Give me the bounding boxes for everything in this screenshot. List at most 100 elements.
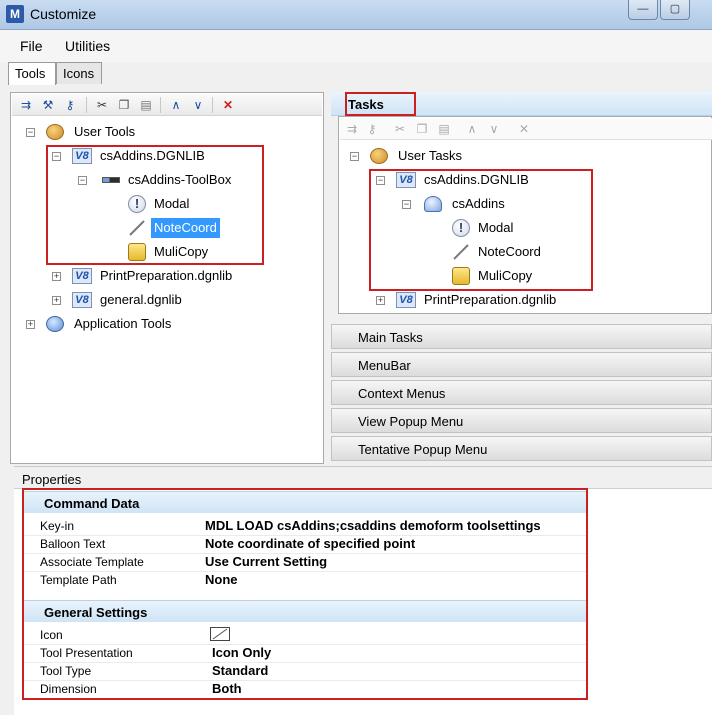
prop-key: Tool Type: [40, 664, 92, 678]
tools-toolbar: ⇉ ⚒ ⚷ ✂ ❐ ▤ ∧ ∨ ✕: [12, 94, 322, 116]
prop-row-dimension: Dimension Both: [0, 680, 600, 698]
collapse-icon[interactable]: −: [402, 200, 411, 209]
copy-tool-icon: [452, 267, 470, 285]
tree-label: csAddins-ToolBox: [128, 172, 232, 187]
expand-icon[interactable]: +: [376, 296, 385, 305]
toolbox-icon: [102, 177, 120, 183]
prop-key: Associate Template: [40, 555, 144, 569]
delete-icon[interactable]: ✕: [220, 97, 236, 113]
prop-value[interactable]: MDL LOAD csAddins;csaddins demoform tool…: [205, 517, 541, 535]
tasks-header-bar: [331, 92, 712, 116]
menu-utilities[interactable]: Utilities: [65, 38, 110, 54]
maximize-button[interactable]: ▢: [660, 0, 690, 20]
collapse-icon[interactable]: −: [78, 176, 87, 185]
properties-label: Properties: [22, 472, 82, 487]
general-settings-header[interactable]: General Settings: [22, 600, 588, 622]
tasks-toolbar: ⇉ ⚷ ✂ ❐ ▤ ∧ ∨ ✕: [340, 118, 712, 140]
paste-icon[interactable]: ▤: [436, 121, 452, 137]
prop-value[interactable]: Both: [212, 680, 242, 698]
new-task-icon[interactable]: ⇉: [344, 121, 360, 137]
accordion-menubar[interactable]: MenuBar: [331, 352, 712, 377]
paste-icon[interactable]: ▤: [138, 97, 154, 113]
expand-icon[interactable]: +: [26, 320, 35, 329]
prop-value[interactable]: Use Current Setting: [205, 553, 327, 571]
key-icon[interactable]: ⚷: [62, 97, 78, 113]
toolbar-divider: [212, 97, 213, 113]
accordion-tentative-popup-menu[interactable]: Tentative Popup Menu: [331, 436, 712, 461]
move-down-icon[interactable]: ∨: [486, 121, 502, 137]
collapse-icon[interactable]: −: [350, 152, 359, 161]
dgnlib-icon: V8: [72, 148, 92, 164]
tab-tools[interactable]: Tools: [8, 62, 56, 85]
tree-label: MuliCopy: [154, 244, 209, 259]
tool-icon-preview[interactable]: [210, 627, 230, 641]
accordion-main-tasks[interactable]: Main Tasks: [331, 324, 712, 349]
minimize-button[interactable]: —: [628, 0, 658, 20]
prop-value[interactable]: Note coordinate of specified point: [205, 535, 415, 553]
tree-label: csAddins.DGNLIB: [100, 148, 205, 163]
collapse-icon[interactable]: −: [52, 152, 61, 161]
tree-label: User Tools: [74, 124, 136, 139]
tree-label: MuliCopy: [478, 268, 533, 283]
pencil-icon: [453, 244, 469, 260]
prop-row-keyin: Key-in MDL LOAD csAddins;csaddins demofo…: [0, 517, 600, 535]
prop-value[interactable]: Standard: [212, 662, 268, 680]
prop-key: Icon: [40, 628, 63, 642]
copy-icon[interactable]: ❐: [116, 97, 132, 113]
copy-icon[interactable]: ❐: [414, 121, 430, 137]
user-tools-icon: [46, 124, 64, 140]
prop-row-template-path: Template Path None: [0, 571, 600, 589]
tree-label: PrintPreparation.dgnlib: [100, 268, 233, 283]
tree-label: Modal: [478, 220, 514, 235]
prop-row-tool-type: Tool Type Standard: [0, 662, 600, 680]
prop-row-icon: Icon: [0, 626, 600, 644]
tree-label: csAddins: [452, 196, 505, 211]
prop-row-presentation: Tool Presentation Icon Only: [0, 644, 600, 662]
prop-value[interactable]: Icon Only: [212, 644, 271, 662]
prop-row-template: Associate Template Use Current Setting: [0, 553, 600, 571]
divider: [14, 466, 712, 467]
pencil-icon: [129, 220, 145, 236]
window-title: Customize: [30, 6, 97, 22]
prop-key: Template Path: [40, 573, 117, 587]
user-tasks-icon: [370, 148, 388, 164]
prop-key: Key-in: [40, 519, 75, 533]
prop-key: Dimension: [40, 682, 97, 696]
prop-value[interactable]: None: [205, 571, 238, 589]
dgnlib-icon: V8: [72, 268, 92, 284]
expand-icon[interactable]: +: [52, 272, 61, 281]
move-down-icon[interactable]: ∨: [190, 97, 206, 113]
move-up-icon[interactable]: ∧: [464, 121, 480, 137]
accordion-context-menus[interactable]: Context Menus: [331, 380, 712, 405]
cut-icon[interactable]: ✂: [392, 121, 408, 137]
command-data-header[interactable]: Command Data: [22, 491, 588, 513]
key-icon[interactable]: ⚷: [364, 121, 380, 137]
delete-icon[interactable]: ✕: [516, 121, 532, 137]
tasks-header[interactable]: Tasks: [348, 97, 384, 112]
menu-file[interactable]: File: [20, 38, 43, 54]
collapse-icon[interactable]: −: [26, 128, 35, 137]
move-up-icon[interactable]: ∧: [168, 97, 184, 113]
task-group-icon: [424, 196, 442, 212]
tab-icons[interactable]: Icons: [56, 62, 102, 84]
tree-label: NoteCoord: [151, 218, 220, 238]
prop-key: Balloon Text: [40, 537, 106, 551]
prop-key: Tool Presentation: [40, 646, 133, 660]
tree-label: NoteCoord: [478, 244, 541, 259]
cut-icon[interactable]: ✂: [94, 97, 110, 113]
toolbar-divider: [160, 97, 161, 113]
info-icon: !: [452, 219, 470, 237]
app-logo-icon: M: [6, 5, 24, 23]
accordion-view-popup-menu[interactable]: View Popup Menu: [331, 408, 712, 433]
tool-icon[interactable]: ⚒: [40, 97, 56, 113]
toolbar-divider: [86, 97, 87, 113]
tree-label: csAddins.DGNLIB: [424, 172, 529, 187]
tree-label: Modal: [154, 196, 190, 211]
tree-label: PrintPreparation.dgnlib: [424, 292, 557, 307]
application-tools-icon: [46, 316, 64, 332]
expand-icon[interactable]: +: [52, 296, 61, 305]
prop-row-balloon: Balloon Text Note coordinate of specifie…: [0, 535, 600, 553]
collapse-icon[interactable]: −: [376, 176, 385, 185]
new-toolbox-icon[interactable]: ⇉: [18, 97, 34, 113]
tree-label: general.dgnlib: [100, 292, 182, 307]
